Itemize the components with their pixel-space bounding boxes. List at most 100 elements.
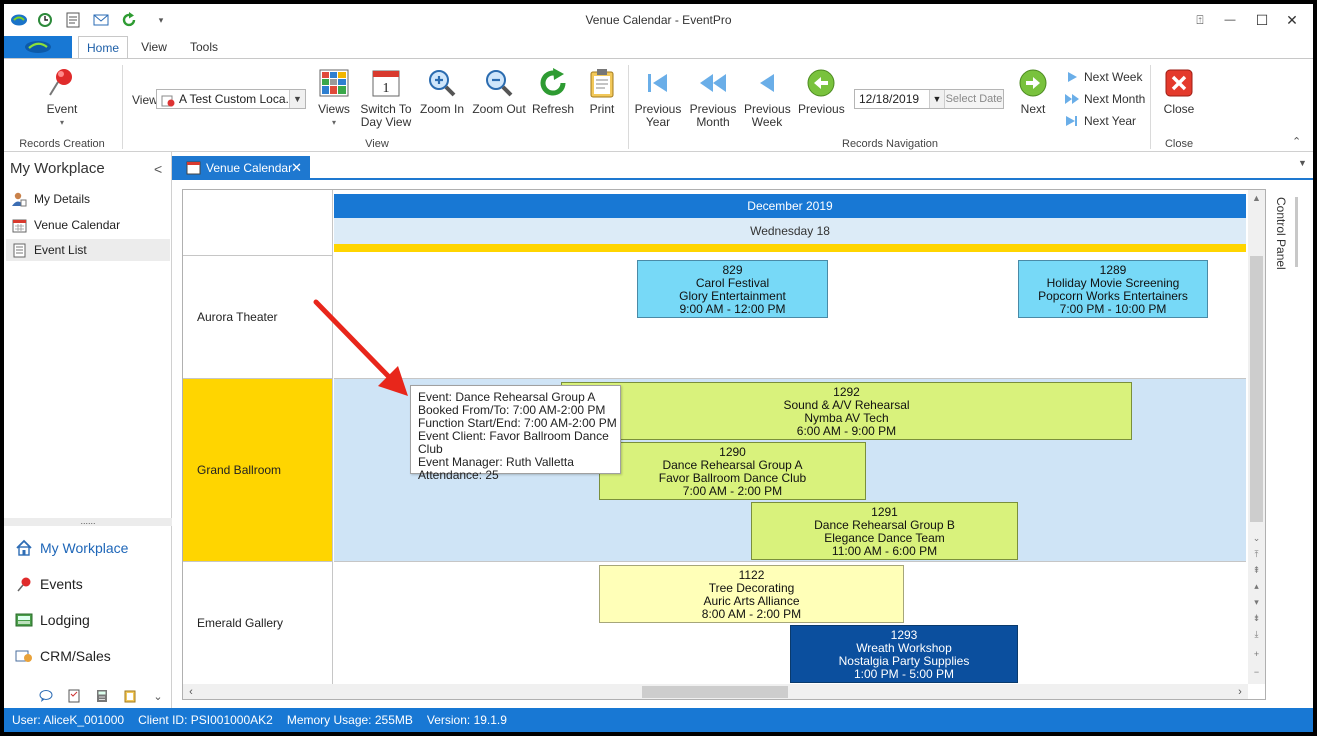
select-date-button[interactable]: Select Date [944,90,1003,108]
chat-bubble-icon[interactable] [32,688,60,704]
date-picker[interactable]: 12/18/2019 ▼ Select Date [854,89,1004,109]
group-separator [628,65,629,149]
event-block[interactable]: 1292 Sound & A/V Rehearsal Nymba AV Tech… [561,382,1132,440]
zoom-in-button[interactable]: Zoom In [418,67,466,116]
workplace-item-event-list[interactable]: Event List [6,239,170,261]
view-selector-dropdown-icon[interactable]: ▼ [289,90,305,108]
event-block[interactable]: 1290 Dance Rehearsal Group A Favor Ballr… [599,442,866,500]
clipboard-print-icon [586,67,618,99]
collapse-panel-icon[interactable]: < [154,161,162,177]
scroll-left-icon[interactable]: ‹ [183,684,199,699]
tab-view[interactable]: View [134,36,174,58]
event-button-label: Event [46,102,78,116]
help-button[interactable]: ⍐ [1189,10,1211,30]
scroll-page-down-icon[interactable]: ⇟ [1248,610,1265,626]
collapse-ribbon-icon[interactable]: ⌃ [1292,135,1301,148]
event-block[interactable]: 1122 Tree Decorating Auric Arts Alliance… [599,565,904,623]
vertical-scroll-thumb[interactable] [1250,256,1263,522]
maximize-button[interactable]: ☐ [1251,10,1273,30]
previous-week-button[interactable]: Previous Week [744,67,791,129]
workplace-item-my-details[interactable]: My Details [10,188,170,210]
green-right-circle-icon [1017,67,1049,99]
tab-venue-calendar[interactable]: Venue Calendar ✕ [172,156,310,180]
chevron-down-icon[interactable]: ⌄ [144,688,172,704]
crm-icon [14,646,34,666]
next-week-button[interactable]: Next Week [1064,70,1142,84]
workplace-item-label: Venue Calendar [34,218,121,232]
window-title: Venue Calendar - EventPro [585,13,732,27]
previous-month-label: Previous Month [689,102,737,129]
group-label-records-creation: Records Creation [19,138,105,150]
workplace-item-venue-calendar[interactable]: Venue Calendar [10,214,170,236]
nav-label: CRM/Sales [40,648,111,664]
event-button[interactable]: Event ▾ [40,67,84,129]
room-label-emerald-gallery[interactable]: Emerald Gallery [183,562,333,684]
nav-label: My Workplace [40,540,129,556]
scroll-right-icon[interactable]: › [1232,684,1248,699]
zoom-minus-icon[interactable]: − [1248,664,1265,680]
next-month-label: Next Month [1084,92,1146,106]
scroll-down-icon[interactable]: ⌄ [1248,530,1265,546]
today-indicator [334,244,1246,252]
group-label-close: Close [1164,138,1194,150]
scroll-page-up-icon[interactable]: ⇞ [1248,562,1265,578]
event-block[interactable]: 1289 Holiday Movie Screening Popcorn Wor… [1018,260,1208,318]
vertical-scrollbar[interactable]: ▲ ⌄ ⤒ ⇞ ▴ ▾ ⇟ ⤓ + − [1248,190,1265,684]
control-panel[interactable]: Control Panel [1268,189,1313,700]
nav-crm-sales[interactable]: CRM/Sales [14,646,111,666]
right-arrow-icon [1064,70,1080,84]
event-block[interactable]: 1291 Dance Rehearsal Group B Elegance Da… [751,502,1018,560]
view-selector[interactable]: A Test Custom Loca... ▼ [156,89,306,109]
close-label: Close [1163,102,1195,116]
next-button[interactable]: Next [1012,67,1054,116]
calculator-icon[interactable] [88,688,116,704]
control-panel-label: Control Panel [1274,197,1288,270]
print-button[interactable]: Print [584,67,620,116]
horizontal-scrollbar[interactable]: ‹ › [183,684,1248,699]
event-block[interactable]: 1293 Wreath Workshop Nostalgia Party Sup… [790,625,1018,683]
close-button[interactable]: Close [1158,67,1200,116]
tab-home[interactable]: Home [78,36,128,58]
horizontal-scroll-thumb[interactable] [642,686,788,698]
tab-list-dropdown-icon[interactable]: ▼ [1298,158,1307,168]
next-year-button[interactable]: Next Year [1064,114,1136,128]
checklist-icon[interactable] [60,688,88,704]
nav-events[interactable]: Events [14,574,83,594]
room-label-grand-ballroom[interactable]: Grand Ballroom [183,379,333,562]
panel-splitter[interactable]: ...... [4,517,172,526]
zoom-in-label: Zoom In [419,102,464,116]
previous-button[interactable]: Previous [798,67,845,116]
event-time: 7:00 AM - 2:00 PM [682,484,783,498]
minimize-button[interactable]: — [1219,10,1241,30]
date-dropdown-icon[interactable]: ▼ [929,90,944,108]
previous-year-button[interactable]: Previous Year [634,67,682,129]
close-window-button[interactable]: ✕ [1281,10,1303,30]
refresh-label: Refresh [531,102,575,116]
refresh-button[interactable]: Refresh [530,67,576,116]
scroll-last-icon[interactable]: ⤓ [1248,626,1265,642]
switch-to-day-view-button[interactable]: 1 Switch To Day View [360,67,412,129]
scroll-first-icon[interactable]: ⤒ [1248,546,1265,562]
clipboard-icon[interactable] [116,688,144,704]
event-time: 6:00 AM - 9:00 PM [796,424,897,438]
zoom-out-button[interactable]: Zoom Out [472,67,526,116]
ribbon-tab-row: Home View Tools [4,36,1313,58]
event-block[interactable]: 829 Carol Festival Glory Entertainment 9… [637,260,828,318]
refresh-large-icon [537,67,569,99]
tab-tools[interactable]: Tools [182,36,226,58]
previous-month-button[interactable]: Previous Month [688,67,738,129]
tooltip-attendance: Attendance: 25 [418,468,499,482]
scroll-prev-icon[interactable]: ▴ [1248,578,1265,594]
double-right-arrow-icon [1064,92,1080,106]
nav-my-workplace[interactable]: My Workplace [14,538,128,558]
zoom-plus-icon[interactable]: + [1248,646,1265,662]
calendar-icon [186,160,202,176]
views-button[interactable]: Views ▾ [314,67,354,129]
next-month-button[interactable]: Next Month [1064,92,1145,106]
scroll-next-icon[interactable]: ▾ [1248,594,1265,610]
application-menu-button[interactable] [4,36,72,58]
nav-lodging[interactable]: Lodging [14,610,90,630]
pushpin-icon [14,574,34,594]
scroll-up-icon[interactable]: ▲ [1248,190,1265,206]
close-tab-icon[interactable]: ✕ [291,160,302,176]
